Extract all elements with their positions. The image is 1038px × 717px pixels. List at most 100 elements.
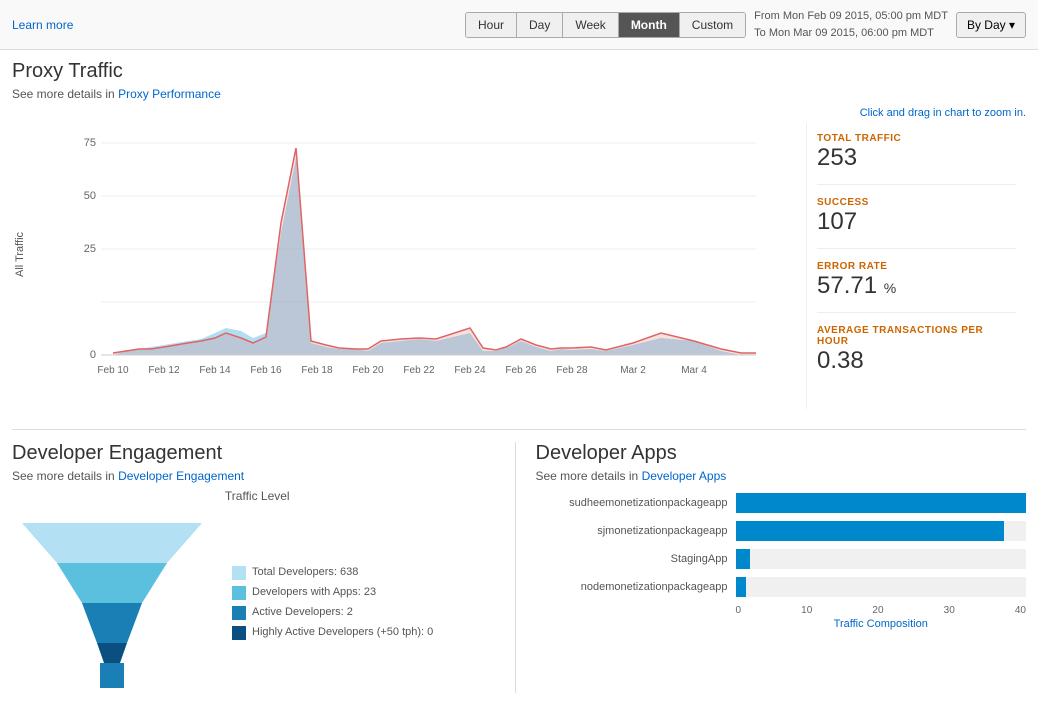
zoom-hint: Click and drag in chart to zoom in. <box>12 107 1026 119</box>
dev-apps-subtitle-prefix: See more details in <box>536 469 642 483</box>
dev-engagement-title: Developer Engagement <box>12 442 503 465</box>
main-content: Proxy Traffic See more details in Proxy … <box>0 50 1038 703</box>
bar-row-0: sudheemonetizationpackageapp <box>536 493 1027 513</box>
funnel-level-3 <box>82 603 142 643</box>
custom-button[interactable]: Custom <box>680 13 745 37</box>
svg-text:Feb 24: Feb 24 <box>454 365 486 376</box>
bar-label-1: sjmonetizationpackageapp <box>536 525 736 537</box>
traffic-line-chart[interactable]: 75 50 25 0 Feb 10 Feb 12 Feb 14 Feb 16 F… <box>32 123 790 383</box>
total-traffic-label: TOTAL TRAFFIC <box>817 133 1016 144</box>
day-button[interactable]: Day <box>517 13 563 37</box>
date-range-line2: To Mon Mar 09 2015, 06:00 pm MDT <box>754 25 948 42</box>
proxy-performance-link[interactable]: Proxy Performance <box>118 87 221 101</box>
bar-track-3 <box>736 577 1027 597</box>
legend-text-2: Active Developers: 2 <box>252 603 353 623</box>
bar-row-3: nodemonetizationpackageapp <box>536 577 1027 597</box>
by-day-button[interactable]: By Day ▾ <box>956 12 1026 38</box>
success-value: 107 <box>817 208 1016 236</box>
error-rate-stat: ERROR RATE 57.71 % <box>817 261 1016 313</box>
chart-svg-area: All Traffic 75 50 25 0 <box>12 123 790 386</box>
week-button[interactable]: Week <box>563 13 618 37</box>
bar-x-label: Traffic Composition <box>736 618 1027 630</box>
total-traffic-value: 253 <box>817 144 1016 172</box>
dev-engagement-link[interactable]: Developer Engagement <box>118 469 244 483</box>
dev-apps-link[interactable]: Developer Apps <box>642 469 727 483</box>
legend-item-3: Highly Active Developers (+50 tph): 0 <box>232 623 433 643</box>
traffic-level-label: Traffic Level <box>12 489 503 503</box>
funnel-level-2 <box>57 563 167 603</box>
legend-text-3: Highly Active Developers (+50 tph): 0 <box>252 623 433 643</box>
x-tick-1: 10 <box>801 605 812 616</box>
legend-color-1 <box>232 586 246 600</box>
traffic-chart-wrap: All Traffic 75 50 25 0 <box>12 123 790 409</box>
bar-track-0 <box>736 493 1027 513</box>
avg-stat: AVERAGE TRANSACTIONS PER HOUR 0.38 <box>817 325 1016 387</box>
month-button[interactable]: Month <box>619 13 680 37</box>
error-rate-value: 57.71 % <box>817 272 1016 300</box>
legend-text-0: Total Developers: 638 <box>252 563 358 583</box>
funnel-chart <box>12 513 212 693</box>
bar-label-0: sudheemonetizationpackageapp <box>536 497 736 509</box>
error-rate-unit: % <box>884 280 896 296</box>
svg-text:Mar 4: Mar 4 <box>681 365 707 376</box>
bar-track-2 <box>736 549 1027 569</box>
avg-label: AVERAGE TRANSACTIONS PER HOUR <box>817 325 1016 347</box>
svg-text:Feb 18: Feb 18 <box>301 365 333 376</box>
x-tick-0: 0 <box>736 605 742 616</box>
stats-panel: TOTAL TRAFFIC 253 SUCCESS 107 ERROR RATE… <box>806 123 1026 409</box>
developer-apps-section: Developer Apps See more details in Devel… <box>516 442 1027 693</box>
x-tick-4: 40 <box>1015 605 1026 616</box>
funnel-level-4 <box>97 643 127 663</box>
error-rate-label: ERROR RATE <box>817 261 1016 272</box>
avg-value: 0.38 <box>817 347 1016 375</box>
legend-item-2: Active Developers: 2 <box>232 603 433 623</box>
bar-fill-1 <box>736 521 1005 541</box>
svg-text:Feb 10: Feb 10 <box>97 365 129 376</box>
bar-label-2: StagingApp <box>536 553 736 565</box>
svg-text:Feb 26: Feb 26 <box>505 365 537 376</box>
header: Learn more Hour Day Week Month Custom Fr… <box>0 0 1038 50</box>
legend-item-1: Developers with Apps: 23 <box>232 583 433 603</box>
dev-engagement-subtitle: See more details in Developer Engagement <box>12 469 503 483</box>
bar-row-2: StagingApp <box>536 549 1027 569</box>
bar-x-axis: 0 10 20 30 40 <box>736 605 1027 616</box>
svg-text:25: 25 <box>84 243 96 255</box>
bar-chart: sudheemonetizationpackageapp sjmonetizat… <box>536 493 1027 630</box>
svg-text:Feb 20: Feb 20 <box>352 365 384 376</box>
svg-text:50: 50 <box>84 190 96 202</box>
bar-label-3: nodemonetizationpackageapp <box>536 581 736 593</box>
bar-x-label-text: Traffic Composition <box>834 618 928 630</box>
svg-text:Mar 2: Mar 2 <box>620 365 646 376</box>
svg-text:Feb 16: Feb 16 <box>250 365 282 376</box>
bar-row-1: sjmonetizationpackageapp <box>536 521 1027 541</box>
success-label: SUCCESS <box>817 197 1016 208</box>
date-range-line1: From Mon Feb 09 2015, 05:00 pm MDT <box>754 8 948 25</box>
legend-color-0 <box>232 566 246 580</box>
legend-color-2 <box>232 606 246 620</box>
bottom-sections: Developer Engagement See more details in… <box>12 429 1026 693</box>
svg-text:Feb 12: Feb 12 <box>148 365 180 376</box>
dev-engagement-subtitle-prefix: See more details in <box>12 469 118 483</box>
hour-button[interactable]: Hour <box>466 13 517 37</box>
funnel-legend: Total Developers: 638 Developers with Ap… <box>232 563 433 642</box>
proxy-traffic-subtitle-prefix: See more details in <box>12 87 118 101</box>
header-controls: Hour Day Week Month Custom From Mon Feb … <box>465 8 1026 41</box>
dev-apps-title: Developer Apps <box>536 442 1027 465</box>
date-range: From Mon Feb 09 2015, 05:00 pm MDT To Mo… <box>754 8 948 41</box>
proxy-traffic-subtitle: See more details in Proxy Performance <box>12 87 1026 101</box>
svg-text:75: 75 <box>84 137 96 149</box>
funnel-stem <box>100 663 124 688</box>
chart-inner[interactable]: 75 50 25 0 Feb 10 Feb 12 Feb 14 Feb 16 F… <box>32 123 790 386</box>
funnel-level-1 <box>22 523 202 563</box>
bar-track-1 <box>736 521 1027 541</box>
bar-fill-3 <box>736 577 747 597</box>
chart-container: All Traffic 75 50 25 0 <box>12 123 1026 409</box>
total-traffic-stat: TOTAL TRAFFIC 253 <box>817 133 1016 185</box>
svg-text:Feb 14: Feb 14 <box>199 365 231 376</box>
learn-more-link[interactable]: Learn more <box>12 18 73 32</box>
legend-color-3 <box>232 626 246 640</box>
legend-text-1: Developers with Apps: 23 <box>252 583 376 603</box>
developer-engagement-section: Developer Engagement See more details in… <box>12 442 516 693</box>
svg-text:Feb 22: Feb 22 <box>403 365 435 376</box>
x-tick-3: 30 <box>944 605 955 616</box>
